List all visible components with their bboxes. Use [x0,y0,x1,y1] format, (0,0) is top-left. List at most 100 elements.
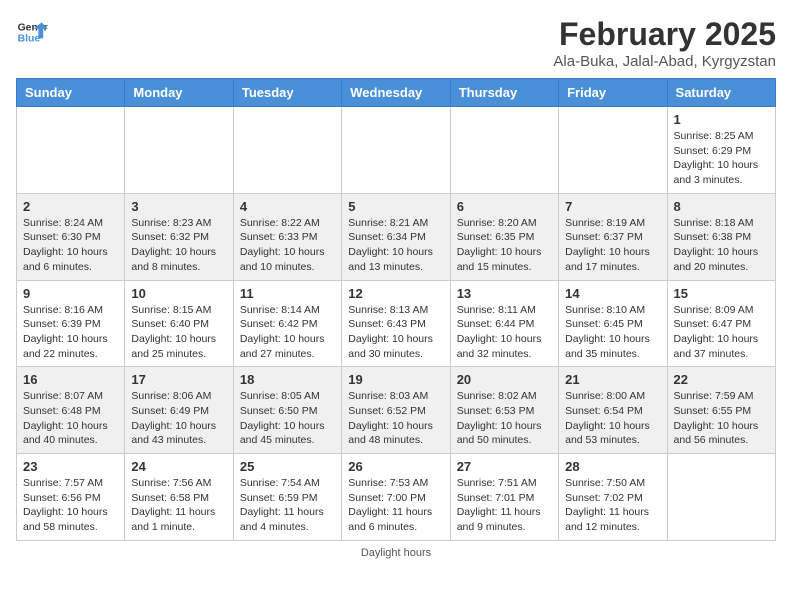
day-info: Sunrise: 8:00 AM Sunset: 6:54 PM Dayligh… [565,389,660,448]
col-header-saturday: Saturday [667,79,775,107]
day-info: Sunrise: 8:21 AM Sunset: 6:34 PM Dayligh… [348,216,443,275]
calendar-cell [450,107,558,194]
calendar-cell: 8 Sunrise: 8:18 AM Sunset: 6:38 PM Daylig… [667,193,775,280]
day-info: Sunrise: 8:19 AM Sunset: 6:37 PM Dayligh… [565,216,660,275]
col-header-wednesday: Wednesday [342,79,450,107]
day-info: Sunrise: 8:15 AM Sunset: 6:40 PM Dayligh… [131,303,226,362]
logo-icon: General Blue [16,16,48,48]
day-info: Sunrise: 7:50 AM Sunset: 7:02 PM Dayligh… [565,476,660,535]
calendar-cell: 24 Sunrise: 7:56 AM Sunset: 6:58 PM Dayli… [125,454,233,541]
calendar-cell: 9 Sunrise: 8:16 AM Sunset: 6:39 PM Daylig… [17,280,125,367]
day-number: 6 [457,199,552,214]
day-info: Sunrise: 8:23 AM Sunset: 6:32 PM Dayligh… [131,216,226,275]
day-number: 20 [457,372,552,387]
calendar-week-row: 2Sunrise: 8:24 AM Sunset: 6:30 PM Daylig… [17,193,776,280]
day-info: Sunrise: 8:20 AM Sunset: 6:35 PM Dayligh… [457,216,552,275]
day-info: Sunrise: 8:10 AM Sunset: 6:45 PM Dayligh… [565,303,660,362]
day-info: Sunrise: 8:03 AM Sunset: 6:52 PM Dayligh… [348,389,443,448]
day-number: 25 [240,459,335,474]
day-number: 9 [23,286,118,301]
day-info: Sunrise: 8:13 AM Sunset: 6:43 PM Dayligh… [348,303,443,362]
calendar-cell: 21 Sunrise: 8:00 AM Sunset: 6:54 PM Dayli… [559,367,667,454]
calendar-cell: 17 Sunrise: 8:06 AM Sunset: 6:49 PM Dayli… [125,367,233,454]
calendar-cell: 15Sunrise: 8:09 AM Sunset: 6:47 PM Dayli… [667,280,775,367]
day-number: 22 [674,372,769,387]
day-number: 10 [131,286,226,301]
day-number: 17 [131,372,226,387]
calendar-cell: 16 Sunrise: 8:07 AM Sunset: 6:48 PM Dayli… [17,367,125,454]
day-number: 23 [23,459,118,474]
day-info: Sunrise: 8:25 AM Sunset: 6:29 PM Dayligh… [674,129,769,188]
day-info: Sunrise: 8:24 AM Sunset: 6:30 PM Dayligh… [23,216,118,275]
calendar-cell: 19 Sunrise: 8:03 AM Sunset: 6:52 PM Dayli… [342,367,450,454]
day-number: 19 [348,372,443,387]
calendar-cell: 18 Sunrise: 8:05 AM Sunset: 6:50 PM Dayli… [233,367,341,454]
day-number: 14 [565,286,660,301]
day-info: Sunrise: 7:59 AM Sunset: 6:55 PM Dayligh… [674,389,769,448]
day-number: 11 [240,286,335,301]
day-number: 1 [674,112,769,127]
calendar-cell: 25 Sunrise: 7:54 AM Sunset: 6:59 PM Dayli… [233,454,341,541]
day-info: Sunrise: 8:14 AM Sunset: 6:42 PM Dayligh… [240,303,335,362]
calendar-cell: 13Sunrise: 8:11 AM Sunset: 6:44 PM Dayli… [450,280,558,367]
day-number: 4 [240,199,335,214]
svg-text:Blue: Blue [18,34,41,45]
day-info: Sunrise: 8:05 AM Sunset: 6:50 PM Dayligh… [240,389,335,448]
day-number: 21 [565,372,660,387]
calendar-week-row: 9 Sunrise: 8:16 AM Sunset: 6:39 PM Daylig… [17,280,776,367]
calendar-cell: 2Sunrise: 8:24 AM Sunset: 6:30 PM Daylig… [17,193,125,280]
title-area: February 2025 Ala-Buka, Jalal-Abad, Kyrg… [553,16,776,70]
calendar-cell: 5 Sunrise: 8:21 AM Sunset: 6:34 PM Daylig… [342,193,450,280]
day-info: Sunrise: 8:16 AM Sunset: 6:39 PM Dayligh… [23,303,118,362]
calendar-cell: 12Sunrise: 8:13 AM Sunset: 6:43 PM Dayli… [342,280,450,367]
calendar-cell: 7 Sunrise: 8:19 AM Sunset: 6:37 PM Daylig… [559,193,667,280]
calendar-week-row: 16 Sunrise: 8:07 AM Sunset: 6:48 PM Dayli… [17,367,776,454]
calendar-cell: 14 Sunrise: 8:10 AM Sunset: 6:45 PM Dayli… [559,280,667,367]
col-header-thursday: Thursday [450,79,558,107]
day-info: Sunrise: 7:51 AM Sunset: 7:01 PM Dayligh… [457,476,552,535]
day-number: 24 [131,459,226,474]
calendar-cell [125,107,233,194]
calendar-cell [559,107,667,194]
calendar-cell: 22 Sunrise: 7:59 AM Sunset: 6:55 PM Dayli… [667,367,775,454]
calendar-cell: 28 Sunrise: 7:50 AM Sunset: 7:02 PM Dayli… [559,454,667,541]
calendar-header-row: SundayMondayTuesdayWednesdayThursdayFrid… [17,79,776,107]
logo: General Blue [16,16,48,48]
day-number: 3 [131,199,226,214]
calendar-week-row: 1 Sunrise: 8:25 AM Sunset: 6:29 PM Daylig… [17,107,776,194]
calendar-cell: 11 Sunrise: 8:14 AM Sunset: 6:42 PM Dayli… [233,280,341,367]
day-info: Sunrise: 8:06 AM Sunset: 6:49 PM Dayligh… [131,389,226,448]
day-info: Sunrise: 7:57 AM Sunset: 6:56 PM Dayligh… [23,476,118,535]
calendar-cell: 3 Sunrise: 8:23 AM Sunset: 6:32 PM Daylig… [125,193,233,280]
day-info: Sunrise: 8:07 AM Sunset: 6:48 PM Dayligh… [23,389,118,448]
calendar-cell: 26Sunrise: 7:53 AM Sunset: 7:00 PM Dayli… [342,454,450,541]
day-number: 28 [565,459,660,474]
calendar-cell [342,107,450,194]
day-info: Sunrise: 7:54 AM Sunset: 6:59 PM Dayligh… [240,476,335,535]
calendar-cell: 23 Sunrise: 7:57 AM Sunset: 6:56 PM Dayli… [17,454,125,541]
calendar-cell [17,107,125,194]
day-info: Sunrise: 8:18 AM Sunset: 6:38 PM Dayligh… [674,216,769,275]
day-number: 8 [674,199,769,214]
col-header-monday: Monday [125,79,233,107]
day-number: 5 [348,199,443,214]
header: General Blue February 2025 Ala-Buka, Jal… [16,16,776,70]
day-number: 18 [240,372,335,387]
col-header-tuesday: Tuesday [233,79,341,107]
footer-note: Daylight hours [16,547,776,559]
day-number: 7 [565,199,660,214]
day-number: 16 [23,372,118,387]
day-number: 15 [674,286,769,301]
calendar-cell: 10 Sunrise: 8:15 AM Sunset: 6:40 PM Dayli… [125,280,233,367]
calendar-cell [667,454,775,541]
calendar-cell: 6 Sunrise: 8:20 AM Sunset: 6:35 PM Daylig… [450,193,558,280]
col-header-friday: Friday [559,79,667,107]
calendar-cell: 20 Sunrise: 8:02 AM Sunset: 6:53 PM Dayli… [450,367,558,454]
day-info: Sunrise: 7:56 AM Sunset: 6:58 PM Dayligh… [131,476,226,535]
day-info: Sunrise: 8:02 AM Sunset: 6:53 PM Dayligh… [457,389,552,448]
day-number: 27 [457,459,552,474]
location-title: Ala-Buka, Jalal-Abad, Kyrgyzstan [553,53,776,70]
calendar-week-row: 23 Sunrise: 7:57 AM Sunset: 6:56 PM Dayli… [17,454,776,541]
day-info: Sunrise: 7:53 AM Sunset: 7:00 PM Dayligh… [348,476,443,535]
day-info: Sunrise: 8:11 AM Sunset: 6:44 PM Dayligh… [457,303,552,362]
